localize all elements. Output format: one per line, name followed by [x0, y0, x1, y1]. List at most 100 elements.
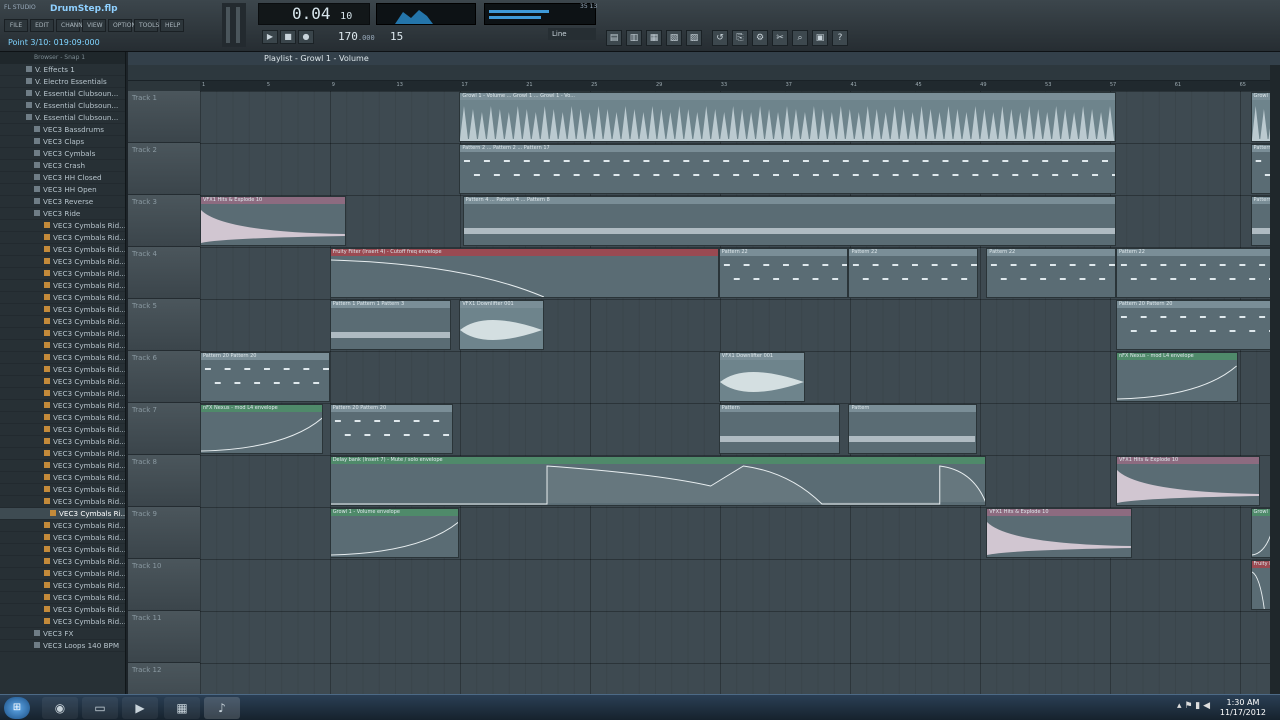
- fl-studio-taskbar-icon[interactable]: ♪: [204, 697, 240, 719]
- playlist-clip[interactable]: Growl 1: [1250, 92, 1270, 142]
- browser-item[interactable]: VEC3 Cymbals Rid...: [0, 304, 125, 316]
- browser-item[interactable]: VEC3 Cymbals Rid...: [0, 268, 125, 280]
- media-player-taskbar-icon[interactable]: ▶: [122, 697, 158, 719]
- vertical-scrollbar[interactable]: [1270, 65, 1280, 694]
- track-header[interactable]: Track 8: [128, 455, 200, 507]
- playlist-icon[interactable]: ▤: [606, 30, 622, 46]
- browser-item[interactable]: VEC3 Cymbals Rid...: [0, 484, 125, 496]
- piano-roll-icon[interactable]: ▥: [626, 30, 642, 46]
- browser-item[interactable]: VEC3 Cymbals Rid...: [0, 460, 125, 472]
- stop-button[interactable]: ■: [280, 30, 296, 44]
- record-button[interactable]: ●: [298, 30, 314, 44]
- start-button[interactable]: ⊞: [4, 697, 30, 719]
- playlist-clip[interactable]: Fruity Filter (Insert 4) - Cutoff freq e…: [329, 248, 719, 298]
- menu-file[interactable]: FILE: [4, 19, 28, 32]
- browser-item[interactable]: VEC3 Cymbals Rid...: [0, 256, 125, 268]
- playlist-clip[interactable]: nFX Nexus - mod L4 envelope: [1115, 352, 1238, 402]
- browser-item[interactable]: VEC3 HH Closed: [0, 172, 125, 184]
- system-tray[interactable]: ▴ ⚑ ▮ ◀: [1177, 701, 1210, 711]
- track-header[interactable]: Track 2: [128, 143, 200, 195]
- browser-item[interactable]: VEC3 Cymbals Rid...: [0, 568, 125, 580]
- timeline-ruler[interactable]: 1 5 9 13 17 21 25 29 33 37 41 45 49 53 57 61 65: [200, 81, 1270, 91]
- browser-item[interactable]: VEC3 Cymbals Rid...: [0, 340, 125, 352]
- browser-icon[interactable]: ▨: [686, 30, 702, 46]
- track-header[interactable]: Track 9: [128, 507, 200, 559]
- browser-item[interactable]: VEC3 Cymbals Rid...: [0, 604, 125, 616]
- search-icon[interactable]: ⌕: [792, 30, 808, 46]
- playlist-clip[interactable]: VFX1 Downlifter 001: [718, 352, 805, 402]
- menu-channels[interactable]: CHANNELS: [56, 19, 94, 32]
- playlist-clip[interactable]: Pattern 20 Pattern 20: [1115, 300, 1270, 350]
- track-header[interactable]: Track 7: [128, 403, 200, 455]
- playlist-clip[interactable]: Pattern 22: [986, 248, 1116, 298]
- track-header[interactable]: Track 3: [128, 195, 200, 247]
- browser-item[interactable]: VEC3 Ride: [0, 208, 125, 220]
- playlist-clip[interactable]: nFX Nexus - mod L4 envelope: [200, 404, 324, 454]
- browser-item[interactable]: VEC3 Cymbals Rid...: [0, 532, 125, 544]
- browser-item[interactable]: VEC3 Cymbals Rid...: [0, 292, 125, 304]
- render-icon[interactable]: ⚙: [752, 30, 768, 46]
- playlist-clip[interactable]: Pattern: [1250, 196, 1270, 246]
- menu-help[interactable]: HELP: [160, 19, 184, 32]
- track-header[interactable]: Track 4: [128, 247, 200, 299]
- playlist-clip[interactable]: Growl 1 - Volume envelope: [329, 508, 460, 558]
- playlist-clip[interactable]: Pattern: [848, 404, 977, 454]
- playlist-clip[interactable]: Pattern 2 ... Pattern 2 ... Pattern 17: [459, 144, 1116, 194]
- browser-item[interactable]: VEC3 Cymbals Rid...: [0, 520, 125, 532]
- browser-item[interactable]: VEC3 Cymbals Rid...: [0, 316, 125, 328]
- cut-icon[interactable]: ✂: [772, 30, 788, 46]
- playlist-clip[interactable]: Pattern 20 Pattern 20: [200, 352, 330, 402]
- browser-item[interactable]: V. Electro Essentials: [0, 76, 125, 88]
- browser-item[interactable]: V. Essential Clubsoun...: [0, 88, 125, 100]
- mixer-icon[interactable]: ▧: [666, 30, 682, 46]
- app-taskbar-icon[interactable]: ▦: [164, 697, 200, 719]
- arrangement-grid[interactable]: Growl 1 - Volume ... Growl 1 ... Growl 1…: [200, 91, 1270, 694]
- browser-item[interactable]: VEC3 Cymbals Rid...: [0, 328, 125, 340]
- browser-item[interactable]: VEC3 Cymbals Rid...: [0, 580, 125, 592]
- playlist-clip[interactable]: Fruity F: [1250, 560, 1270, 610]
- track-header[interactable]: Track 5: [128, 299, 200, 351]
- browser-item[interactable]: VEC3 Cymbals Rid...: [0, 400, 125, 412]
- track-header[interactable]: Track 6: [128, 351, 200, 403]
- playlist-clip[interactable]: Pattern: [718, 404, 841, 454]
- playlist-clip[interactable]: Growl 1 - Volume ... Growl 1 ... Growl 1…: [459, 92, 1116, 142]
- browser-item[interactable]: VEC3 Cymbals Rid...: [0, 556, 125, 568]
- browser-item[interactable]: VEC3 Cymbals Rid...: [0, 244, 125, 256]
- plugin-icon[interactable]: ▣: [812, 30, 828, 46]
- track-header[interactable]: Track 10: [128, 559, 200, 611]
- browser-item[interactable]: VEC3 Claps: [0, 136, 125, 148]
- browser-item[interactable]: VEC3 Cymbals Rid...: [0, 544, 125, 556]
- track-header[interactable]: Track 1: [128, 91, 200, 143]
- browser-item[interactable]: VEC3 Cymbals Rid...: [0, 388, 125, 400]
- channel-rack-icon[interactable]: ▦: [646, 30, 662, 46]
- browser-item[interactable]: VEC3 Bassdrums: [0, 124, 125, 136]
- playlist-clip[interactable]: Pattern 20 Pattern 20: [329, 404, 453, 454]
- playlist-clip[interactable]: VFX1 Hits & Explode 10: [986, 508, 1133, 558]
- browser-item[interactable]: V. Essential Clubsoun...: [0, 112, 125, 124]
- browser-item[interactable]: VEC3 Cymbals Rid...: [0, 436, 125, 448]
- browser-item[interactable]: VEC3 Reverse: [0, 196, 125, 208]
- menu-view[interactable]: VIEW: [82, 19, 106, 32]
- undo-icon[interactable]: ↺: [712, 30, 728, 46]
- save-icon[interactable]: ⎘: [732, 30, 748, 46]
- playlist-clip[interactable]: VFX1 Hits & Explode 10: [1115, 456, 1261, 506]
- play-button[interactable]: ▶: [262, 30, 278, 44]
- browser-item[interactable]: VEC3 Cymbals Ri...: [0, 508, 125, 520]
- browser-item[interactable]: VEC3 Cymbals Rid...: [0, 496, 125, 508]
- browser-item[interactable]: VEC3 Cymbals Rid...: [0, 472, 125, 484]
- browser-item[interactable]: VEC3 Cymbals: [0, 148, 125, 160]
- browser-item[interactable]: VEC3 Cymbals Rid...: [0, 616, 125, 628]
- browser-item[interactable]: VEC3 Cymbals Rid...: [0, 232, 125, 244]
- playlist-clip[interactable]: Growl 1: [1250, 508, 1270, 558]
- playlist-clip[interactable]: Pattern 4 ... Pattern 4 ... Pattern 8: [462, 196, 1116, 246]
- help-icon[interactable]: ?: [832, 30, 848, 46]
- browser-item[interactable]: VEC3 Cymbals Rid...: [0, 592, 125, 604]
- playlist-clip[interactable]: Pattern 22: [718, 248, 849, 298]
- tempo-display[interactable]: 170.000: [338, 30, 375, 43]
- chrome-taskbar-icon[interactable]: ◉: [42, 697, 78, 719]
- master-volume-slider[interactable]: [222, 3, 246, 47]
- taskbar-clock[interactable]: 1:30 AM 11/17/2012: [1220, 698, 1266, 718]
- pattern-selector[interactable]: 15: [390, 30, 403, 43]
- playlist-clip[interactable]: Pattern 22: [848, 248, 979, 298]
- browser-item[interactable]: VEC3 Crash: [0, 160, 125, 172]
